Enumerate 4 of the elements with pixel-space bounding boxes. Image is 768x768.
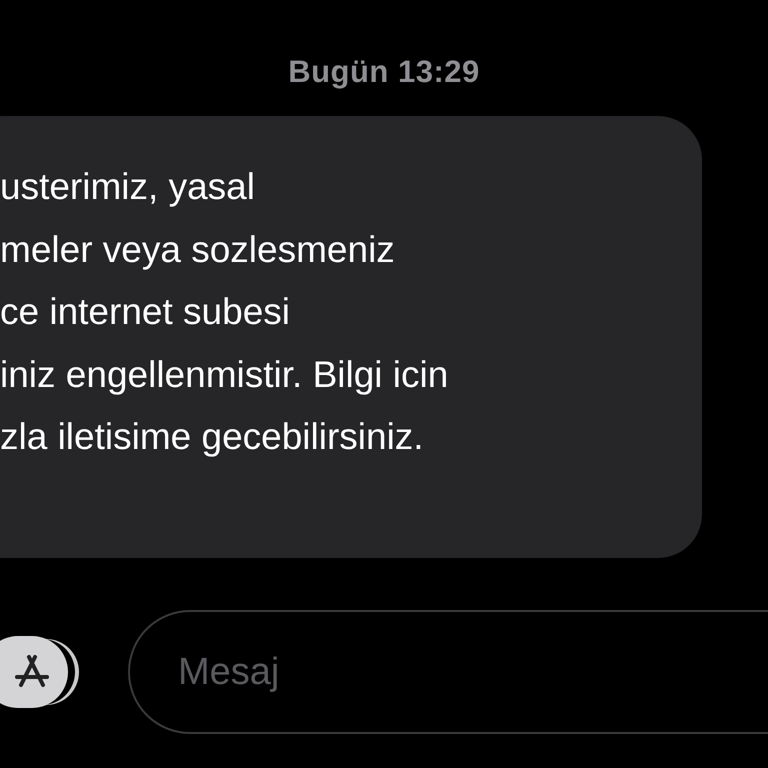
- message-timestamp: Bugün 13:29: [288, 54, 480, 90]
- message-text: usterimiz, yasal meler veya sozlesmeniz ce internet subesi iniz engellenmistir. Bilgi icin zla iletisime gecebilirsiniz.: [0, 165, 448, 459]
- app-store-button[interactable]: [0, 636, 68, 708]
- message-input-field[interactable]: Mesaj: [128, 610, 768, 734]
